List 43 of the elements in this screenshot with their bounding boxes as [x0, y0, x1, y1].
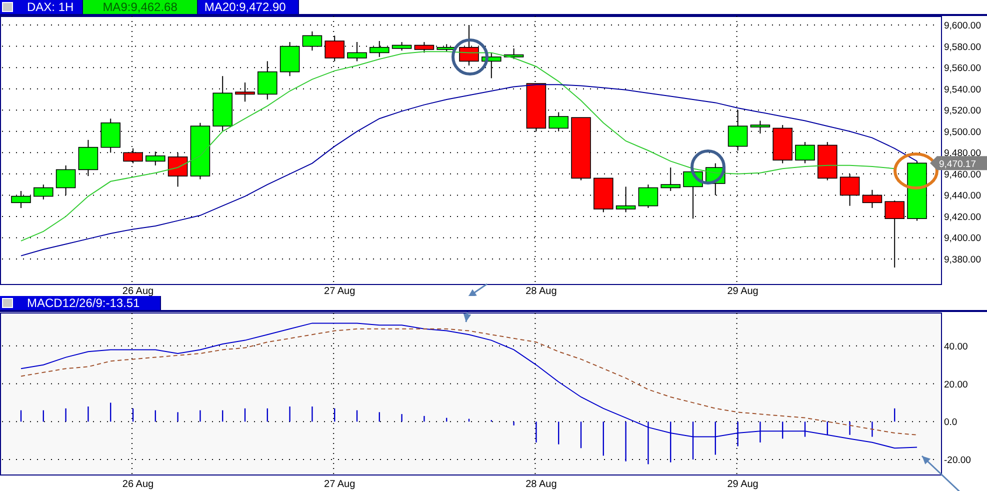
candlestick — [660, 167, 680, 192]
indicator-label: MACD12/26/9:-13.51 — [21, 296, 161, 310]
circle-marker — [690, 150, 726, 184]
ma9-label: MA9:9,462.68 — [82, 0, 198, 14]
axis-label: 40.00 — [944, 341, 968, 352]
axis-label: 28 Aug — [526, 286, 557, 296]
axis-label: -20.00 — [944, 454, 971, 466]
ma20-label: MA20:9,472.90 — [198, 0, 299, 14]
candlestick — [34, 184, 54, 200]
axis-label: 26 Aug — [122, 478, 154, 490]
axis-label: 9,420.00 — [944, 212, 981, 223]
axis-label: 9,520.00 — [944, 106, 981, 117]
axis-label: 28 Aug — [526, 478, 557, 490]
axis-label: 29 Aug — [727, 478, 758, 490]
candlestick — [638, 184, 658, 208]
arrow — [463, 312, 472, 322]
axis-label: 9,380.00 — [944, 254, 981, 266]
axis-label: 9,600.00 — [944, 20, 981, 32]
price-tag: 9,470.17 — [930, 156, 987, 170]
axis-label: 9,400.00 — [944, 233, 981, 244]
axis-label: 27 Aug — [324, 478, 356, 490]
arrow — [468, 283, 488, 296]
candlestick — [818, 142, 838, 181]
candlestick — [392, 42, 412, 52]
axis-label: 9,560.00 — [944, 63, 981, 74]
candlestick — [280, 42, 300, 77]
circle-marker — [452, 38, 488, 76]
candlestick — [594, 178, 614, 213]
axis-label: 26 Aug — [122, 286, 154, 296]
axis-label: 9,460.00 — [944, 169, 981, 180]
axis-label: 20.00 — [944, 379, 968, 390]
candlestick — [190, 122, 210, 180]
circle-marker — [894, 152, 938, 190]
axis-label: 9,440.00 — [944, 190, 981, 202]
axis-label: 27 Aug — [324, 286, 356, 296]
axis-label: 9,540.00 — [944, 84, 981, 96]
panel-icon[interactable] — [2, 298, 13, 308]
candlestick — [414, 42, 434, 54]
axis-label: 9,580.00 — [944, 42, 981, 53]
axis-label: 0.0 — [944, 416, 958, 428]
axis-label: 29 Aug — [727, 286, 758, 296]
axis-label: 9,500.00 — [944, 126, 981, 138]
candlestick — [548, 112, 568, 132]
